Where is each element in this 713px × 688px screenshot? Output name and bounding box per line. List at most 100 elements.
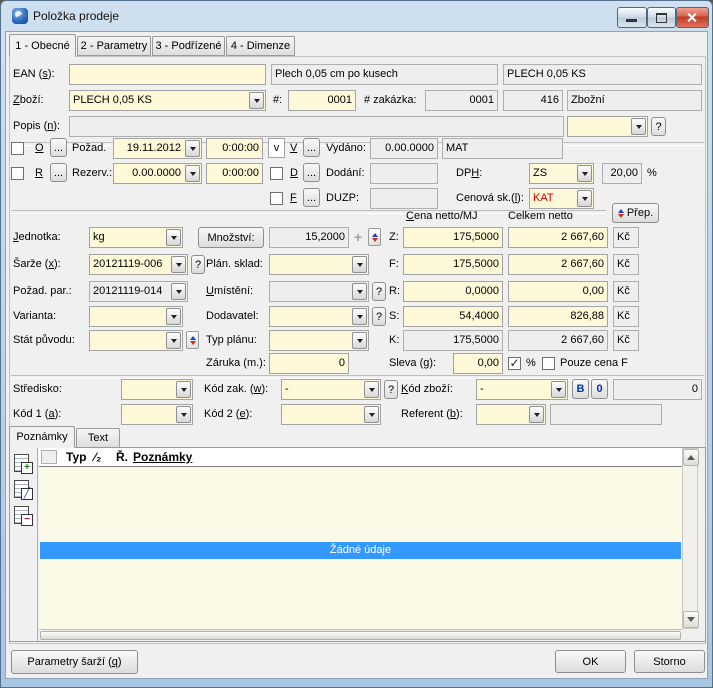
pouze-cena-f-checkbox[interactable] <box>542 357 555 370</box>
tab-dimenze[interactable]: 4 - Dimenze <box>226 36 295 56</box>
popis-combo[interactable] <box>567 116 648 137</box>
col-radek[interactable]: Ř. <box>116 450 128 464</box>
varianta-combo[interactable] <box>89 306 183 327</box>
chevron-down-icon[interactable] <box>352 332 367 349</box>
umisteni-combo[interactable] <box>269 281 369 302</box>
storno-button[interactable]: Storno <box>634 650 705 673</box>
parametry-sarzi-button[interactable]: Parametry šarží (q) <box>11 650 138 674</box>
chevron-down-icon[interactable] <box>166 332 181 349</box>
chevron-down-icon[interactable] <box>185 140 200 157</box>
stat-puvodu-combo[interactable] <box>89 330 183 351</box>
kod-zbozi-combo[interactable]: - <box>476 379 568 400</box>
rezerv-date-combo[interactable]: 0.00.0000 <box>113 163 202 184</box>
duzp-dots-button[interactable]: ... <box>303 188 320 207</box>
jednotka-combo[interactable]: kg <box>89 227 183 248</box>
price-r-mj-input[interactable]: 0,0000 <box>403 281 503 302</box>
o-button[interactable]: 0 <box>591 379 608 399</box>
chevron-down-icon[interactable] <box>249 92 264 109</box>
mnozstvi-button[interactable]: Množství: <box>198 227 264 248</box>
minimize-button[interactable] <box>617 7 647 28</box>
pozad-par-combo[interactable]: 20121119-014 <box>89 281 188 302</box>
zbozi-combo[interactable]: PLECH 0,05 KS <box>69 90 266 111</box>
price-s-total-input[interactable]: 826,88 <box>508 306 608 327</box>
rezerv-dots-button[interactable]: ... <box>50 163 67 182</box>
ean-input[interactable] <box>69 64 266 85</box>
col-poznamky[interactable]: Poznámky <box>133 450 192 464</box>
popis-help-button[interactable]: ? <box>651 117 666 136</box>
chevron-down-icon[interactable] <box>577 165 592 182</box>
kod-zak-help-button[interactable]: ? <box>384 380 398 399</box>
sleva-percent-checkbox[interactable]: ✓ <box>508 357 521 370</box>
dodavatel-combo[interactable] <box>269 306 369 327</box>
note-edit-button[interactable]: ╱ <box>13 480 33 500</box>
chevron-down-icon[interactable] <box>171 283 186 300</box>
tab-poznamky[interactable]: Poznámky <box>9 426 75 448</box>
ok-button[interactable]: OK <box>555 650 626 673</box>
chevron-down-icon[interactable] <box>166 308 181 325</box>
price-f-mj-input[interactable]: 175,5000 <box>403 254 503 275</box>
chevron-down-icon[interactable] <box>176 406 191 423</box>
kod1-combo[interactable] <box>121 404 193 425</box>
vydano-dots-button[interactable]: ... <box>303 138 320 157</box>
dodani-checkbox[interactable] <box>270 167 283 180</box>
stat-recalc-icon[interactable] <box>186 331 199 349</box>
pozad-time-input[interactable]: 0:00:00 <box>206 138 263 159</box>
price-z-total-input[interactable]: 2 667,60 <box>508 227 608 248</box>
chevron-down-icon[interactable] <box>364 381 379 398</box>
chevron-down-icon[interactable] <box>352 283 367 300</box>
dodavatel-help-button[interactable]: ? <box>372 307 386 326</box>
rezerv-checkbox[interactable] <box>11 167 24 180</box>
pozad-date-combo[interactable]: 19.11.2012 <box>113 138 202 159</box>
typ-planu-combo[interactable] <box>269 330 369 351</box>
hash-input[interactable]: 0001 <box>288 90 356 111</box>
stredisko-combo[interactable] <box>121 379 193 400</box>
referent-combo[interactable] <box>476 404 546 425</box>
prep-button[interactable]: Přep. <box>612 203 659 223</box>
zaruka-input[interactable]: 0 <box>269 353 349 374</box>
kod-zak-combo[interactable]: - <box>281 379 381 400</box>
pozad-dots-button[interactable]: ... <box>50 138 67 157</box>
sarze-help-button[interactable]: ? <box>191 255 205 274</box>
sarze-combo[interactable]: 20121119-006 <box>89 254 188 275</box>
umisteni-help-button[interactable]: ? <box>372 282 386 301</box>
note-add-button[interactable]: + <box>13 454 33 474</box>
price-z-mj-input[interactable]: 175,5000 <box>403 227 503 248</box>
rezerv-time-input[interactable]: 0:00:00 <box>206 163 263 184</box>
tab-parametry[interactable]: 2 - Parametry <box>77 36 151 56</box>
price-s-mj-input[interactable]: 54,4000 <box>403 306 503 327</box>
col-half[interactable]: ⁄₂ <box>94 450 101 464</box>
tab-text[interactable]: Text <box>76 428 120 448</box>
b-button[interactable]: B <box>572 379 589 399</box>
chevron-down-icon[interactable] <box>352 256 367 273</box>
chevron-down-icon[interactable] <box>364 406 379 423</box>
chevron-down-icon[interactable] <box>352 308 367 325</box>
notes-grid-header[interactable]: Typ ⁄₂ Ř. Poznámky <box>39 448 682 467</box>
dodani-dots-button[interactable]: ... <box>303 163 320 182</box>
kod2-combo[interactable] <box>281 404 381 425</box>
price-r-total-input[interactable]: 0,00 <box>508 281 608 302</box>
dph-combo[interactable]: ZS <box>529 163 594 184</box>
plan-sklad-combo[interactable] <box>269 254 369 275</box>
vertical-scrollbar[interactable] <box>682 448 699 629</box>
price-f-total-input[interactable]: 2 667,60 <box>508 254 608 275</box>
chevron-down-icon[interactable] <box>185 165 200 182</box>
scroll-thumb[interactable] <box>40 631 681 640</box>
scroll-up-button[interactable] <box>683 449 699 466</box>
note-delete-button[interactable]: − <box>13 506 33 526</box>
sleva-input[interactable]: 0,00 <box>453 353 503 374</box>
scroll-down-button[interactable] <box>683 611 699 628</box>
maximize-button[interactable] <box>647 7 676 28</box>
chevron-down-icon[interactable] <box>551 381 566 398</box>
horizontal-scrollbar[interactable] <box>39 629 682 641</box>
notes-grid-body[interactable]: Žádné údaje <box>39 467 682 629</box>
chevron-down-icon[interactable] <box>176 381 191 398</box>
close-button[interactable] <box>676 7 709 28</box>
z-recalc-icon[interactable] <box>368 228 381 246</box>
tab-podrizene[interactable]: 3 - Podřízené <box>152 36 225 56</box>
tab-obecne[interactable]: 1 - Obecné <box>9 34 76 57</box>
chevron-down-icon[interactable] <box>577 190 592 207</box>
chevron-down-icon[interactable] <box>529 406 544 423</box>
cenova-sk-combo[interactable]: KAT <box>529 188 594 209</box>
chevron-down-icon[interactable] <box>171 256 186 273</box>
pozad-checkbox[interactable] <box>11 142 24 155</box>
